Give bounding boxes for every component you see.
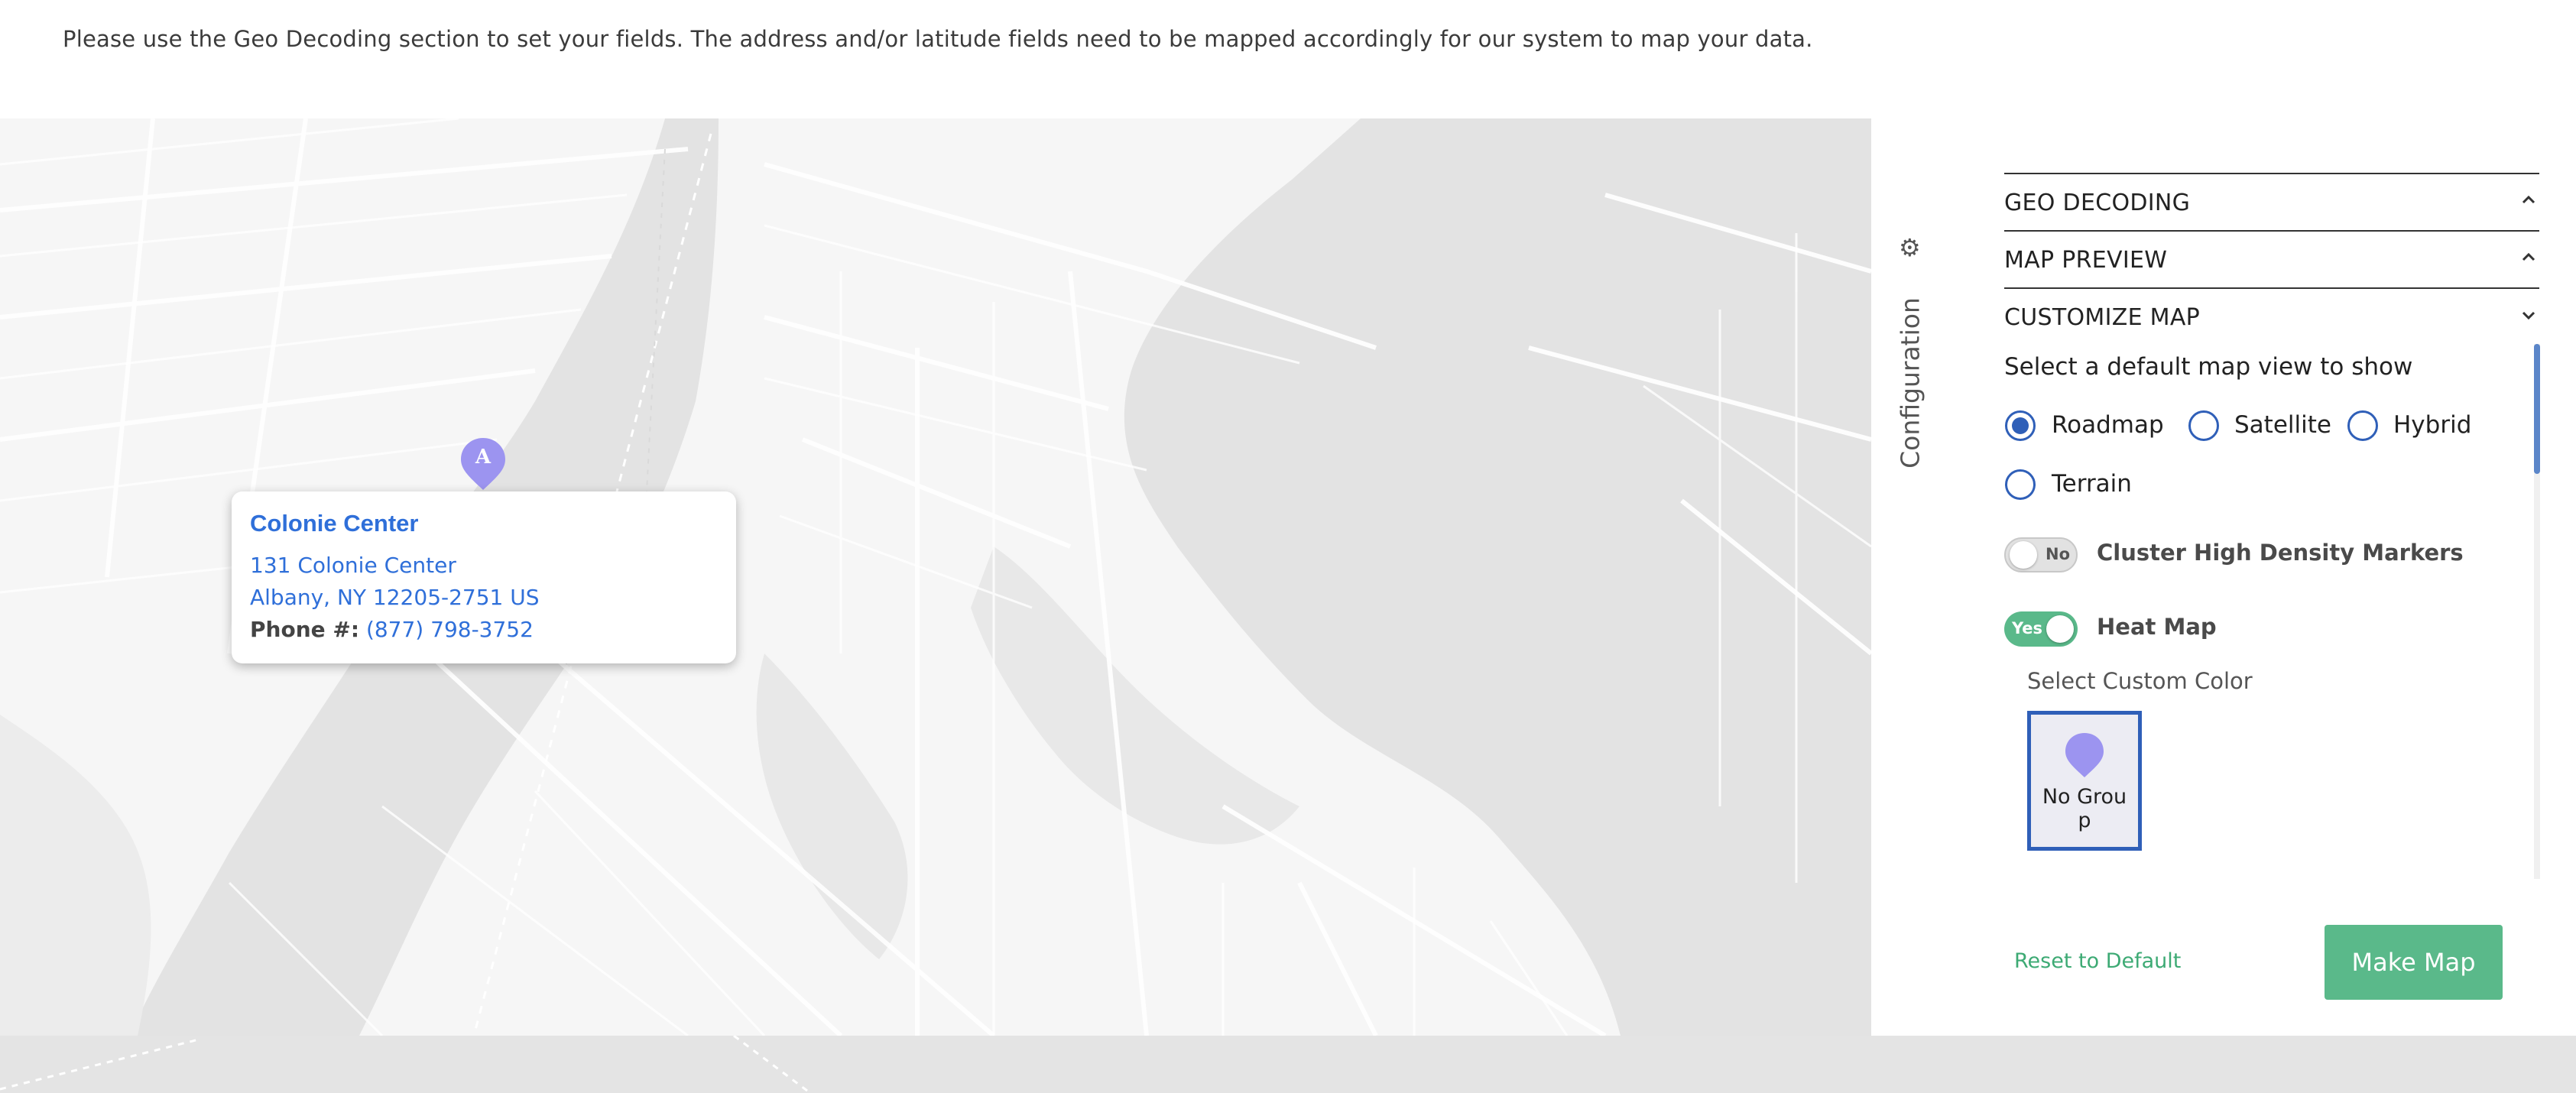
section-geo-decoding[interactable]: GEO DECODING: [2004, 173, 2539, 231]
info-address-line1[interactable]: 131 Colonie Center: [250, 553, 456, 578]
map-pin-icon: [2065, 733, 2104, 777]
heatmap-toggle[interactable]: Yes: [2004, 611, 2078, 647]
cluster-toggle-knob: [2010, 541, 2037, 569]
chevron-up-icon: [2522, 252, 2535, 261]
heatmap-toggle-knob: [2046, 615, 2074, 643]
radio-roadmap-label[interactable]: Roadmap: [2052, 411, 2164, 439]
make-map-button[interactable]: Make Map: [2325, 925, 2503, 1000]
gear-icon: ⚙: [1899, 233, 1921, 262]
heatmap-toggle-text: Yes: [2012, 619, 2043, 637]
configuration-tab[interactable]: ⚙ Configuration: [1893, 233, 1928, 469]
radio-roadmap[interactable]: [2005, 410, 2036, 441]
custom-color-group-name: No Group: [2042, 785, 2127, 832]
section-customize-map-title: CUSTOMIZE MAP: [2004, 304, 2201, 331]
radio-hybrid[interactable]: [2347, 410, 2378, 441]
map-canvas[interactable]: A Colonie Center 131 Colonie Center Alba…: [0, 118, 1871, 1036]
panel-scrollbar-thumb[interactable]: [2534, 344, 2540, 474]
section-map-preview-title: MAP PREVIEW: [2004, 247, 2168, 274]
cluster-toggle-label: Cluster High Density Markers: [2097, 540, 2464, 566]
map-view-label: Select a default map view to show: [2004, 353, 2413, 381]
info-title: Colonie Center: [250, 510, 419, 537]
heatmap-toggle-label: Heat Map: [2097, 614, 2217, 640]
bottom-map-strip-lines: [0, 1036, 811, 1093]
chevron-up-icon: [2522, 195, 2535, 204]
cluster-toggle[interactable]: No: [2004, 537, 2078, 572]
section-customize-map[interactable]: CUSTOMIZE MAP: [2004, 287, 2539, 345]
radio-satellite-label[interactable]: Satellite: [2234, 411, 2331, 439]
info-phone-row: Phone #: (877) 798-3752: [250, 617, 534, 642]
custom-color-label: Select Custom Color: [2027, 668, 2253, 694]
section-geo-decoding-title: GEO DECODING: [2004, 190, 2191, 216]
instructions-text: Please use the Geo Decoding section to s…: [63, 26, 1813, 52]
configuration-tab-label: Configuration: [1895, 297, 1926, 469]
info-phone-label: Phone #:: [250, 617, 360, 642]
info-phone-link[interactable]: (877) 798-3752: [366, 617, 534, 642]
custom-color-card[interactable]: No Group: [2027, 711, 2142, 851]
radio-terrain[interactable]: [2005, 469, 2036, 500]
map-marker-label: A: [475, 446, 492, 469]
reset-to-default-link[interactable]: Reset to Default: [2014, 949, 2181, 973]
map-info-window: Colonie Center 131 Colonie Center Albany…: [232, 491, 736, 663]
section-map-preview[interactable]: MAP PREVIEW: [2004, 230, 2539, 288]
radio-terrain-label[interactable]: Terrain: [2052, 470, 2132, 498]
radio-hybrid-label[interactable]: Hybrid: [2393, 411, 2471, 439]
radio-satellite[interactable]: [2188, 410, 2219, 441]
chevron-down-icon: [2522, 311, 2535, 320]
cluster-toggle-text: No: [2046, 545, 2071, 563]
info-address-line2[interactable]: Albany, NY 12205-2751 US: [250, 585, 540, 610]
